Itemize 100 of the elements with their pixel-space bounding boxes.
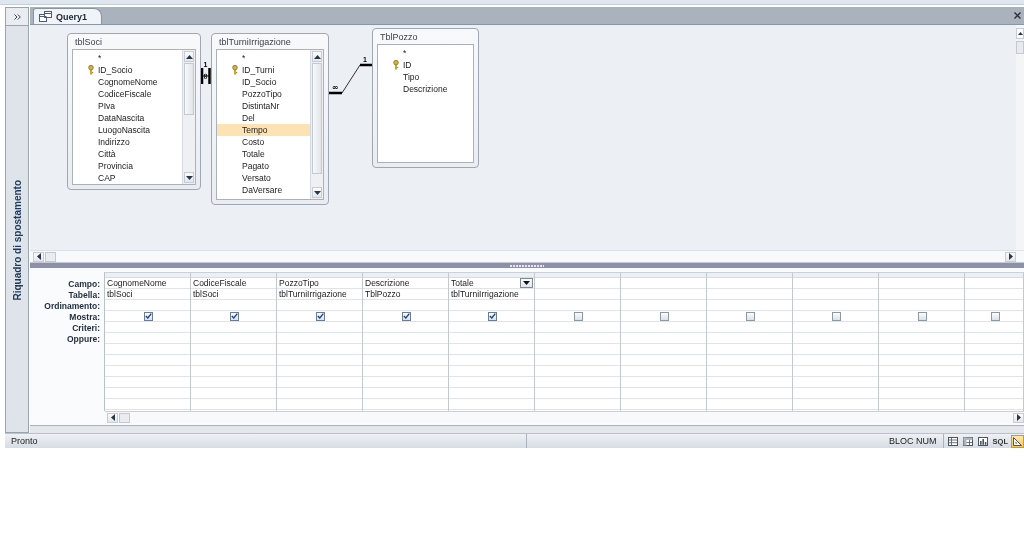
field-item[interactable]: Indirizzo — [73, 136, 182, 148]
field-item[interactable]: ID — [378, 59, 473, 71]
checkbox[interactable] — [990, 311, 1000, 321]
scroll-up-button[interactable] — [312, 51, 322, 62]
field-item[interactable]: * — [73, 52, 182, 64]
scrollbar-thumb[interactable] — [312, 63, 322, 174]
field-item[interactable]: PozzoTipo — [217, 88, 310, 100]
field-cell[interactable]: Totale — [449, 278, 534, 289]
field-item[interactable]: Del — [217, 112, 310, 124]
table-name-cell[interactable]: tblTurniIrrigazione — [277, 289, 362, 300]
scroll-up-button[interactable] — [1016, 28, 1024, 39]
field-item[interactable]: Pagato — [217, 160, 310, 172]
tables-icon — [39, 11, 52, 22]
checkmark-icon — [317, 313, 324, 319]
dropdown-button[interactable] — [520, 278, 533, 288]
scroll-left-button[interactable] — [33, 251, 44, 262]
expand-button[interactable] — [6, 8, 28, 26]
scroll-down-button[interactable] — [184, 172, 194, 183]
scroll-right-button[interactable] — [1013, 412, 1024, 423]
horizontal-scrollbar[interactable] — [105, 411, 1024, 423]
field-item[interactable]: CAP — [73, 172, 182, 184]
scrollbar-thumb[interactable] — [184, 63, 194, 115]
field-item[interactable]: DaVersare — [217, 184, 310, 196]
table-name-cell[interactable]: tblSoci — [105, 289, 190, 300]
field-item[interactable]: ID_Turni — [217, 64, 310, 76]
scrollbar-thumb[interactable] — [45, 251, 56, 262]
pivot-chart-view-button[interactable] — [975, 434, 990, 448]
table-box[interactable]: tblSoci * ID_Socio CognomeNome CodiceFiscale PIva DataNascita LuogoNascita Indirizzo Città Provincia CAP — [67, 33, 201, 190]
design-view-button[interactable] — [1011, 434, 1024, 448]
column-selector[interactable] — [105, 273, 190, 278]
field-item[interactable]: LuogoNascita — [73, 124, 182, 136]
vertical-scrollbar[interactable] — [1016, 25, 1024, 250]
field-item[interactable]: ID_Socio — [217, 76, 310, 88]
checkbox[interactable] — [918, 311, 927, 321]
checkbox[interactable] — [488, 311, 497, 321]
close-icon[interactable] — [1014, 12, 1021, 19]
many-side-label: ∞ — [200, 72, 210, 80]
navigation-pane-title[interactable]: Riquadro di spostamento — [11, 179, 23, 301]
field-cell[interactable]: Descrizione — [363, 278, 448, 289]
column-selector[interactable] — [363, 273, 448, 278]
checkbox[interactable] — [574, 311, 583, 321]
horizontal-scrollbar[interactable] — [30, 250, 1024, 262]
checkbox[interactable] — [402, 311, 411, 321]
field-item[interactable]: DataNascita — [73, 112, 182, 124]
table-box[interactable]: tblTurniIrrigazione * ID_Turni ID_Socio PozzoTipo DistintaNr Del Tempo Costo Totale Pagato Versato DaVersare — [211, 33, 329, 205]
table-name-cell[interactable]: tblSoci — [191, 289, 276, 300]
scroll-left-button[interactable] — [107, 412, 118, 423]
column-selector[interactable] — [965, 273, 1023, 278]
field-item[interactable]: Descrizione — [378, 83, 473, 95]
field-item[interactable]: Totale — [217, 148, 310, 160]
datasheet-view-button[interactable] — [945, 434, 960, 448]
right-arrow-icon — [1016, 414, 1021, 421]
table-title[interactable]: tblTurniIrrigazione — [216, 34, 324, 49]
field-item[interactable]: Città — [73, 148, 182, 160]
bar-chart-icon — [977, 436, 988, 446]
field-item[interactable]: Costo — [217, 136, 310, 148]
field-item[interactable]: * — [378, 47, 473, 59]
field-item[interactable]: DistintaNr — [217, 100, 310, 112]
table-name-cell[interactable]: TblPozzo — [363, 289, 448, 300]
up-arrow-icon — [1017, 32, 1023, 35]
scroll-up-button[interactable] — [184, 51, 194, 62]
field-item[interactable]: CognomeNome — [73, 76, 182, 88]
column-selector[interactable] — [879, 273, 964, 278]
scrollbar-thumb[interactable] — [1016, 41, 1024, 54]
splitter-grip[interactable] — [510, 264, 544, 267]
field-item[interactable]: Tempo — [217, 124, 310, 136]
field-item[interactable]: ID_Socio — [73, 64, 182, 76]
table-title[interactable]: tblSoci — [72, 34, 196, 49]
relationship-line — [200, 68, 211, 84]
column-selector[interactable] — [707, 273, 792, 278]
scroll-down-button[interactable] — [312, 187, 322, 198]
pivot-table-view-button[interactable] — [960, 434, 975, 448]
scroll-right-button[interactable] — [1005, 251, 1016, 262]
checkbox[interactable] — [746, 311, 755, 321]
vertical-scrollbar[interactable] — [310, 50, 323, 199]
checkbox[interactable] — [660, 311, 669, 321]
field-item[interactable]: Tipo — [378, 71, 473, 83]
scrollbar-thumb[interactable] — [119, 412, 130, 423]
checkbox[interactable] — [316, 311, 325, 321]
column-selector[interactable] — [191, 273, 276, 278]
field-item[interactable]: CodiceFiscale — [73, 88, 182, 100]
field-cell[interactable]: CodiceFiscale — [191, 278, 276, 289]
table-name-cell[interactable]: tblTurniIrrigazione — [449, 289, 534, 300]
checkbox[interactable] — [144, 311, 153, 321]
table-box[interactable]: TblPozzo * ID Tipo Descrizione — [372, 28, 479, 168]
table-title[interactable]: TblPozzo — [377, 29, 474, 44]
field-item[interactable]: Provincia — [73, 160, 182, 172]
document-tab[interactable]: Query1 — [33, 8, 103, 24]
vertical-scrollbar[interactable] — [182, 50, 195, 184]
column-selector[interactable] — [277, 273, 362, 278]
field-cell[interactable]: CognomeNome — [105, 278, 190, 289]
field-item[interactable]: PIva — [73, 100, 182, 112]
field-item[interactable]: Versato — [217, 172, 310, 184]
checkbox[interactable] — [832, 311, 841, 321]
row-label: Oppure: — [66, 333, 100, 344]
column-selector[interactable] — [621, 273, 706, 278]
field-cell[interactable]: PozzoTipo — [277, 278, 362, 289]
column-selector[interactable] — [793, 273, 878, 278]
field-item[interactable]: * — [217, 52, 310, 64]
checkbox[interactable] — [230, 311, 239, 321]
